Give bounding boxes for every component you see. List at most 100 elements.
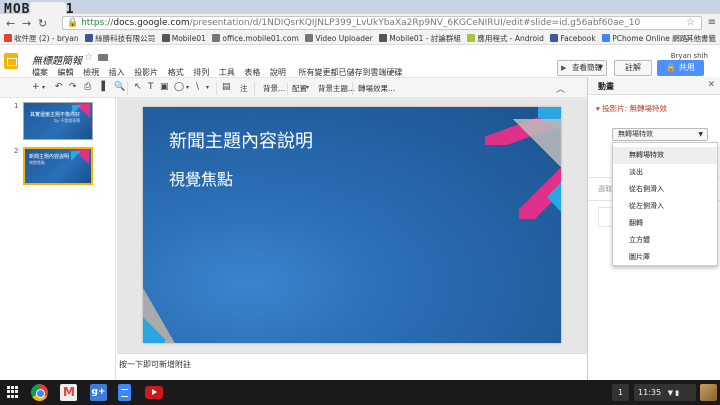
- bookmark-android-apps[interactable]: 應用程式 - Android: [467, 32, 544, 44]
- bookmark-star-icon[interactable]: ☆: [686, 17, 695, 29]
- bookmark-icon: [4, 34, 12, 42]
- comments-button[interactable]: 註解: [614, 60, 652, 76]
- bookmark-mobile01-forum[interactable]: Mobile01 - 討論群組: [379, 32, 461, 44]
- background-button[interactable]: 背景...: [263, 83, 285, 94]
- shape-icon[interactable]: ◯: [174, 82, 184, 92]
- redo-icon[interactable]: ↷: [69, 82, 77, 92]
- slide-decoration: [143, 313, 165, 343]
- avatar[interactable]: [700, 384, 717, 401]
- bookmark-mobile01[interactable]: Mobile01: [161, 32, 206, 44]
- slide-transition-section[interactable]: ▾ 投影片: 無轉場特效: [596, 103, 667, 114]
- menu-file[interactable]: 檔案: [32, 68, 48, 77]
- chrome-menu-icon[interactable]: ≡: [708, 17, 716, 28]
- forward-icon[interactable]: →: [22, 17, 31, 30]
- current-slide[interactable]: 新聞主題內容說明 視覺焦點: [143, 107, 561, 343]
- slide-thumbnail-2[interactable]: 新聞主題內容說明 視覺焦點: [23, 147, 93, 185]
- undo-icon[interactable]: ↶: [55, 82, 63, 92]
- youtube-icon[interactable]: [145, 386, 163, 399]
- menu-tools[interactable]: 工具: [219, 68, 235, 77]
- menu-insert[interactable]: 插入: [109, 68, 125, 77]
- transition-option-none[interactable]: 無轉場特效: [613, 147, 717, 164]
- collapse-toolbar-icon[interactable]: ︿: [556, 82, 565, 95]
- line-icon[interactable]: \: [196, 82, 199, 92]
- chevron-down-icon: ▼: [698, 131, 703, 138]
- bookmark-facebook[interactable]: Facebook: [550, 32, 596, 44]
- menu-slide[interactable]: 投影片: [134, 68, 158, 77]
- bookmark-company[interactable]: 絲勝科技有限公司: [85, 32, 155, 44]
- present-button[interactable]: 查看簡報 ▼: [557, 60, 607, 76]
- paint-format-icon[interactable]: ▐: [98, 82, 105, 92]
- transition-option-slide-left[interactable]: 從左側滑入: [613, 198, 717, 215]
- gmail-icon[interactable]: [60, 384, 77, 401]
- print-icon[interactable]: ⎙: [84, 82, 91, 92]
- omnibar: ← → ↻ 🔒 https://docs.google.com/presenta…: [0, 14, 720, 32]
- thumb-title: 新聞主題內容說明: [29, 154, 70, 160]
- comment-label[interactable]: 注: [240, 83, 248, 94]
- system-tray[interactable]: 11:35 ▼ ▮: [634, 384, 696, 401]
- transition-option-fade[interactable]: 淡出: [613, 164, 717, 181]
- docs-icon[interactable]: [118, 384, 131, 401]
- chevron-down-icon[interactable]: ▾: [186, 84, 189, 91]
- menu-table[interactable]: 表格: [244, 68, 260, 77]
- chevron-down-icon[interactable]: ▾: [206, 84, 209, 91]
- address-bar[interactable]: 🔒 https://docs.google.com/presentation/d…: [62, 16, 702, 30]
- slide-title-text[interactable]: 新聞主題內容說明: [169, 127, 313, 153]
- menu-view[interactable]: 檢視: [83, 68, 99, 77]
- user-name[interactable]: Bryan shih: [671, 52, 708, 60]
- browser-tab[interactable]: [30, 2, 66, 14]
- speaker-notes[interactable]: 按一下即可新增附註: [117, 353, 587, 380]
- slides-logo-icon[interactable]: [4, 53, 18, 69]
- transition-option-slide-right[interactable]: 從右側滑入: [613, 181, 717, 198]
- panel-title: 動畫: [598, 82, 614, 91]
- slide-thumbnail-1[interactable]: 其實還蠻主題不像你好 by 不是發表啊: [23, 102, 93, 140]
- transition-option-gallery[interactable]: 圖片庫: [613, 249, 717, 266]
- bookmarks-bar: 收件匣 (2) - bryan 絲勝科技有限公司 Mobile01 office…: [0, 32, 720, 45]
- chevron-down-icon[interactable]: ▾: [42, 84, 45, 91]
- chevron-down-icon[interactable]: ▾: [306, 84, 309, 91]
- slide-decoration: [513, 119, 561, 167]
- transition-select[interactable]: 無轉場特效 ▼: [612, 128, 708, 141]
- theme-button[interactable]: 背景主題...: [318, 83, 355, 94]
- menu-format[interactable]: 格式: [168, 68, 184, 77]
- slide-filmstrip: 1 其實還蠻主題不像你好 by 不是發表啊 2 新聞主題內容說明 視覺焦點: [0, 98, 116, 380]
- share-button[interactable]: 🔒 共用: [657, 60, 704, 76]
- chrome-icon[interactable]: [31, 384, 48, 401]
- bookmark-pchome[interactable]: PChome Online 網路: [602, 32, 687, 44]
- select-icon[interactable]: ↖: [134, 82, 142, 92]
- google-plus-icon[interactable]: g+: [90, 384, 107, 401]
- new-slide-button[interactable]: +: [32, 82, 40, 92]
- os-shelf: g+ 1 11:35 ▼ ▮: [0, 380, 720, 405]
- url-path: /presentation/d/1NDIQsrKQIJNLP399_LvUkYb…: [189, 18, 641, 28]
- bookmark-gmail[interactable]: 收件匣 (2) - bryan: [4, 32, 79, 44]
- bookmark-icon: [602, 34, 611, 42]
- bookmark-office[interactable]: office.mobile01.com: [212, 32, 299, 44]
- toolbar-divider: [287, 82, 288, 95]
- other-bookmarks[interactable]: 其他書籤: [686, 32, 716, 44]
- bookmark-icon: [161, 34, 170, 42]
- slide-subtitle-text[interactable]: 視覺焦點: [169, 166, 233, 190]
- star-icon[interactable]: ☆: [84, 52, 93, 63]
- image-icon[interactable]: ▣: [160, 82, 169, 92]
- bookmark-icon: [467, 34, 476, 42]
- bookmark-icon: [305, 34, 314, 42]
- transition-button[interactable]: 轉場效果...: [358, 83, 395, 94]
- folder-icon[interactable]: [98, 54, 108, 61]
- textbox-icon[interactable]: T: [148, 82, 154, 92]
- layout-button[interactable]: 配置: [292, 83, 307, 94]
- zoom-icon[interactable]: 🔍: [114, 82, 125, 92]
- doc-title[interactable]: 無標題簡報: [32, 52, 82, 67]
- menu-edit[interactable]: 編輯: [58, 68, 74, 77]
- insert-comment-icon[interactable]: ▤: [222, 82, 231, 92]
- transition-option-cube[interactable]: 立方體: [613, 232, 717, 249]
- reload-icon[interactable]: ↻: [38, 17, 47, 30]
- close-icon[interactable]: ✕: [707, 80, 715, 90]
- notification-count[interactable]: 1: [612, 384, 629, 401]
- toolbar-divider: [127, 82, 128, 95]
- bookmark-video-uploader[interactable]: Video Uploader: [305, 32, 373, 44]
- menu-arrange[interactable]: 排列: [193, 68, 209, 77]
- wifi-battery-icon: ▼ ▮: [667, 389, 680, 397]
- back-icon[interactable]: ←: [6, 17, 15, 30]
- menu-help[interactable]: 說明: [270, 68, 286, 77]
- transition-option-flip[interactable]: 翻轉: [613, 215, 717, 232]
- app-launcher-icon[interactable]: [7, 386, 19, 398]
